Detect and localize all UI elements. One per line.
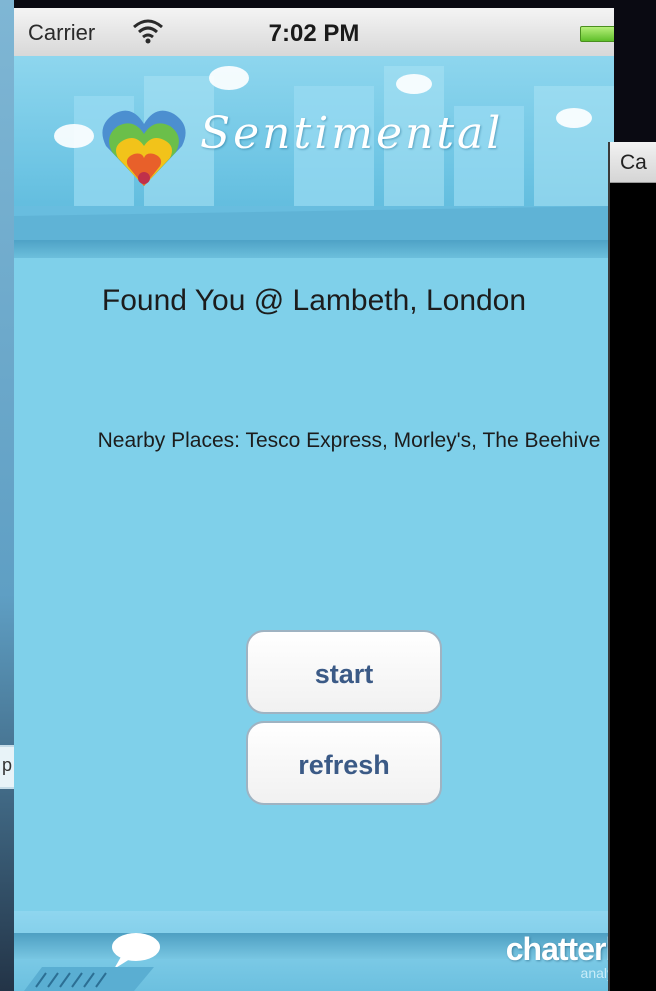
overlapping-window-carrier: Ca xyxy=(620,151,647,174)
location-text: Found You @ Lambeth, London xyxy=(101,284,527,317)
status-time: 7:02 PM xyxy=(268,20,360,47)
footer-brand-logo: chatterb xyxy=(505,931,614,967)
start-button[interactable]: start xyxy=(246,630,442,714)
refresh-button[interactable]: refresh xyxy=(246,721,442,805)
battery-icon xyxy=(580,26,614,42)
banner-divider xyxy=(14,240,614,258)
heart-logo-icon xyxy=(102,110,186,186)
overlapping-window-status-bar: Ca xyxy=(610,142,656,183)
screen-stage: p Carrier 7:02 PM Sentimental Found You … xyxy=(0,0,656,991)
background-window-tab: p xyxy=(0,745,14,789)
status-bar: Carrier 7:02 PM xyxy=(14,8,614,57)
nearby-places-text: Nearby Places: Tesco Express, Morley's, … xyxy=(97,429,601,452)
overlapping-window: Ca xyxy=(608,142,656,991)
speech-bubble-icon xyxy=(24,933,160,991)
phone-screen: Carrier 7:02 PM Sentimental Found You @ … xyxy=(14,8,614,991)
app-logo-text: Sentimental xyxy=(200,108,504,159)
background-window xyxy=(0,0,14,991)
background-window-text: p xyxy=(2,755,13,775)
footer-banner: chatterb analy xyxy=(14,911,614,991)
app-header-banner: Sentimental xyxy=(14,56,614,240)
